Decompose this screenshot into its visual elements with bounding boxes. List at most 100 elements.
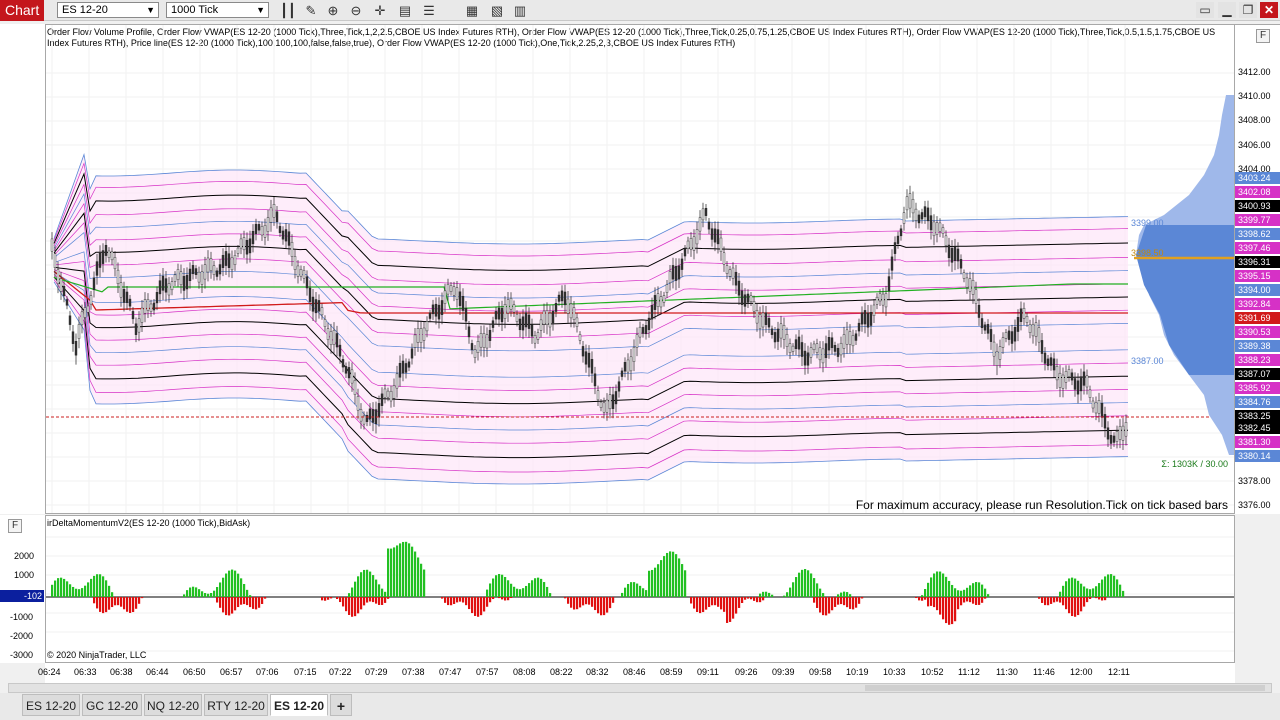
properties-icon[interactable]: ☰ [420,2,438,19]
time-axis[interactable]: 06:24 06:33 06:38 06:44 06:50 06:57 07:06 07:15… [38,663,1235,683]
candle-body [473,349,477,358]
candle-body [584,351,588,365]
candle-body [914,208,918,221]
close-icon[interactable]: ✕ [1260,2,1278,18]
delta-bar-negative [99,597,102,612]
minimize-icon[interactable]: ▁ [1218,2,1236,18]
horizontal-scrollbar[interactable] [8,683,1272,693]
delta-bar-positive [111,592,114,597]
delta-bar-negative [813,597,816,603]
instrument-selector[interactable]: ES 12-20 ▼ [57,2,159,18]
candle-body [1058,372,1062,388]
price-tag: 3400.93 [1235,200,1280,212]
candle-body [518,318,522,331]
candle-body [590,359,594,374]
delta-bar-negative [336,597,339,600]
candle-body [383,388,387,398]
strategies-icon[interactable]: ▧ [488,2,506,19]
price-tick: 3376.00 [1238,500,1271,510]
delta-bar-positive [192,586,195,597]
candle-body [83,307,87,318]
delta-bar-positive [519,589,522,597]
pencil-icon[interactable]: ✎ [302,2,320,19]
delta-bar-negative [447,597,450,606]
data-box-icon[interactable]: ▤ [396,2,414,19]
restore-icon[interactable]: ❐ [1239,2,1257,18]
delta-bar-negative [693,597,696,609]
delta-bar-negative [231,597,234,614]
price-tag: 3382.45 [1235,422,1280,434]
delta-bar-positive [1092,588,1095,597]
tab-gc[interactable]: GC 12-20 [82,694,142,716]
tab-es-1[interactable]: ES 12-20 [22,694,80,716]
delta-bar-negative [1086,597,1089,603]
candle-body [248,238,252,254]
candle-body [998,346,1002,360]
candle-body [371,409,375,423]
tab-rty[interactable]: RTY 12-20 [204,694,268,716]
delta-bar-negative [825,597,828,616]
candle-body [539,319,543,331]
add-tab-button[interactable]: + [330,694,352,716]
delta-bar-negative [834,597,837,607]
zoom-in-icon[interactable]: ⊕ [324,2,342,19]
bar-type-selector[interactable]: 1000 Tick ▼ [166,2,269,18]
indicator-axis[interactable]: F 2000 1000 -1000 -2000 -3000 [0,515,45,663]
candle-body [209,258,213,271]
delta-bar-negative [252,597,255,609]
delta-bar-positive [1113,575,1116,597]
candle-body [104,244,108,256]
delta-bar-negative [750,597,753,600]
candle-body [965,277,969,288]
delta-bar-positive [75,588,78,597]
candle-body [869,311,873,326]
zoom-out-icon[interactable]: ⊖ [347,2,365,19]
candle-body [359,409,363,422]
delta-bar-negative [828,597,831,614]
templates-icon[interactable]: ▥ [511,2,529,19]
delta-bar-negative [504,597,507,601]
scrollbar-thumb[interactable] [865,685,1265,691]
candle-body [1109,435,1113,444]
price-panel[interactable]: Order Flow Volume Profile, Order Flow VW… [45,24,1235,514]
time-label: 09:39 [772,667,795,677]
candle-body [356,396,360,411]
delta-bar-negative [747,597,750,599]
delta-bar-positive [816,583,819,597]
format-icon[interactable]: F [1256,29,1270,43]
delta-bar-negative [354,597,357,617]
delta-bar-negative [945,597,948,624]
candle-body [884,293,888,308]
candle-body [959,259,963,269]
indicators-icon[interactable]: ▦ [463,2,481,19]
candle-body [839,342,843,356]
candle-body [317,300,321,312]
delta-bar-negative [759,597,762,603]
candle-body [968,278,972,292]
tab-nq[interactable]: NQ 12-20 [144,694,202,716]
candle-body [281,230,285,240]
bars-icon[interactable]: ┃┃ [279,2,297,19]
format-icon[interactable]: F [8,519,22,533]
candle-body [128,298,132,307]
delta-bar-positive [1098,583,1101,597]
tab-es-active[interactable]: ES 12-20 [270,694,328,716]
candle-body [191,265,195,275]
candle-body [755,309,759,324]
candle-body [152,302,156,311]
candle-body [398,363,402,378]
candle-body [704,207,708,216]
maximize-icon[interactable]: ▭ [1196,2,1214,18]
delta-bar-positive [765,591,768,597]
candle-body [767,318,771,328]
candle-body [179,271,183,286]
delta-bar-negative [585,597,588,605]
delta-bar-positive [666,552,669,597]
candle-body [1085,375,1089,388]
candle-body [617,381,621,392]
candle-body [938,222,942,232]
indicator-panel[interactable]: irDeltaMomentumV2(ES 12-20 (1000 Tick),B… [45,515,1235,663]
crosshair-icon[interactable]: ✛ [371,2,389,19]
delta-bar-negative [717,597,720,607]
price-tag: 3395.15 [1235,270,1280,282]
